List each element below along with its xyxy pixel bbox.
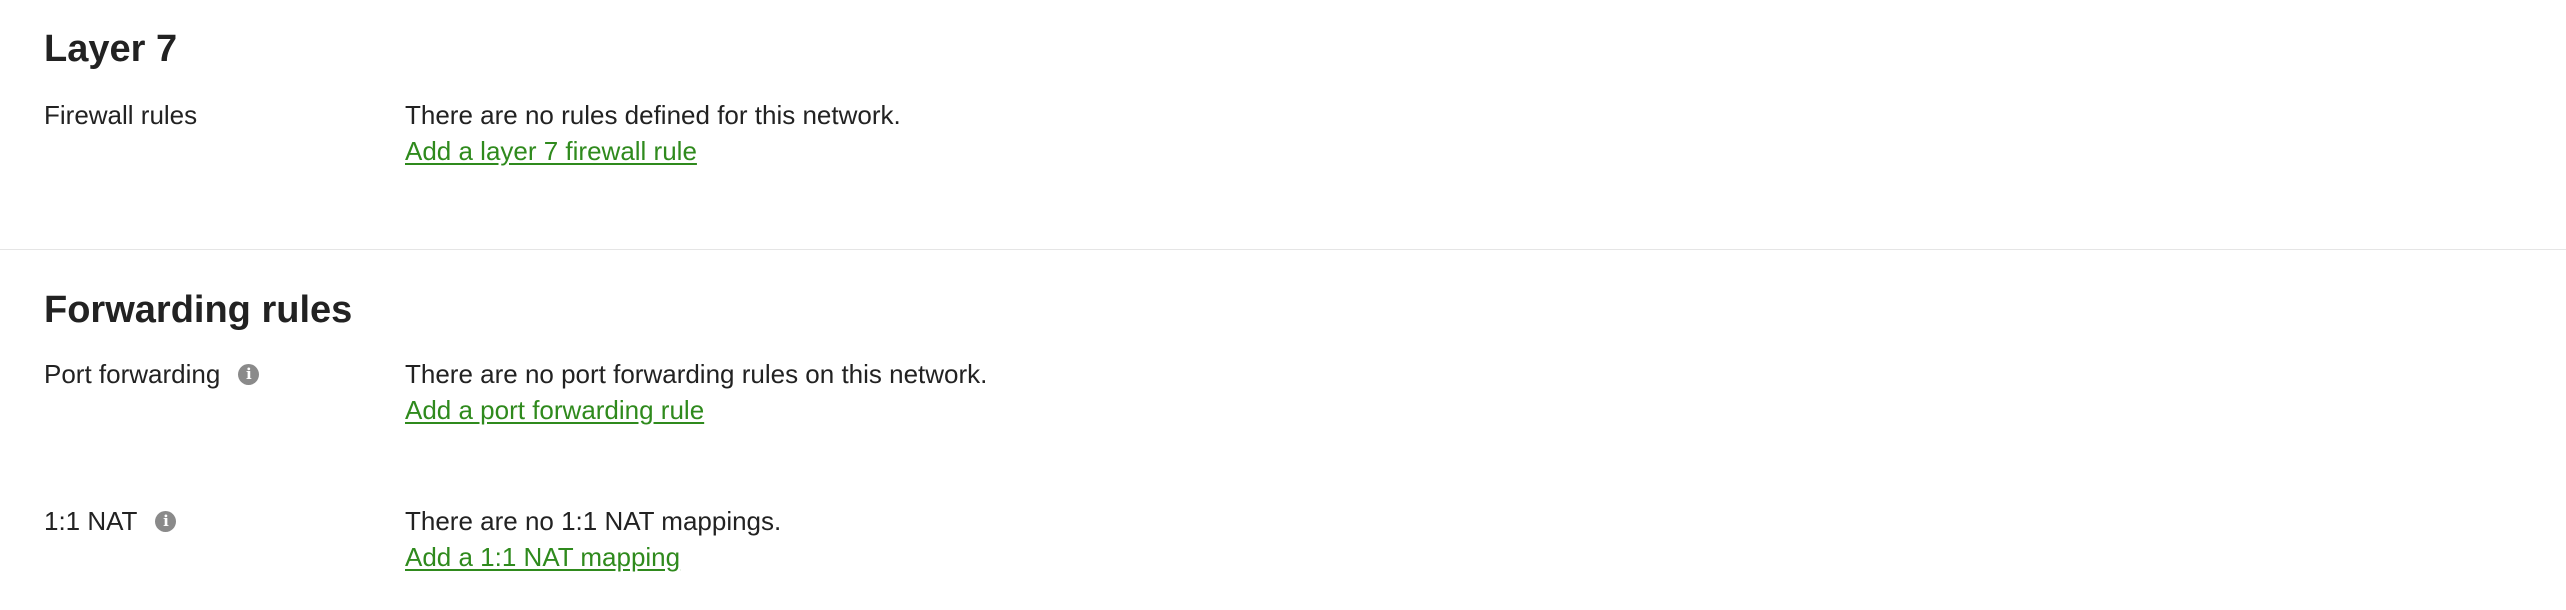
add-nat-mapping-link[interactable]: Add a 1:1 NAT mapping — [405, 544, 680, 570]
firewall-rules-empty-text: There are no rules defined for this netw… — [405, 100, 901, 130]
section-divider — [0, 249, 2566, 250]
info-icon[interactable]: i — [155, 510, 177, 532]
add-layer7-firewall-rule-link[interactable]: Add a layer 7 firewall rule — [405, 138, 697, 164]
firewall-rules-label-text: Firewall rules — [44, 100, 198, 130]
nat-label: 1:1 NAT i — [44, 506, 177, 536]
firewall-rules-content: There are no rules defined for this netw… — [405, 102, 901, 165]
port-forwarding-label: Port forwarding i — [44, 359, 260, 389]
forwarding-title: Forwarding rules — [44, 289, 353, 331]
add-port-forwarding-rule-link[interactable]: Add a port forwarding rule — [405, 397, 704, 423]
nat-content: There are no 1:1 NAT mappings. Add a 1:1… — [405, 508, 781, 571]
nat-empty-text: There are no 1:1 NAT mappings. — [405, 506, 782, 536]
forwarding-section: Forwarding rules Port forwarding i There… — [44, 289, 2566, 570]
layer7-title: Layer 7 — [44, 28, 178, 70]
port-forwarding-label-text: Port forwarding — [44, 359, 221, 389]
nat-label-text: 1:1 NAT — [44, 506, 138, 536]
port-forwarding-empty-text: There are no port forwarding rules on th… — [405, 359, 988, 389]
firewall-rules-label: Firewall rules — [44, 102, 197, 128]
port-forwarding-content: There are no port forwarding rules on th… — [405, 361, 987, 424]
layer7-section: Layer 7 Firewall rules There are no rule… — [44, 28, 2566, 164]
info-icon[interactable]: i — [238, 363, 260, 385]
